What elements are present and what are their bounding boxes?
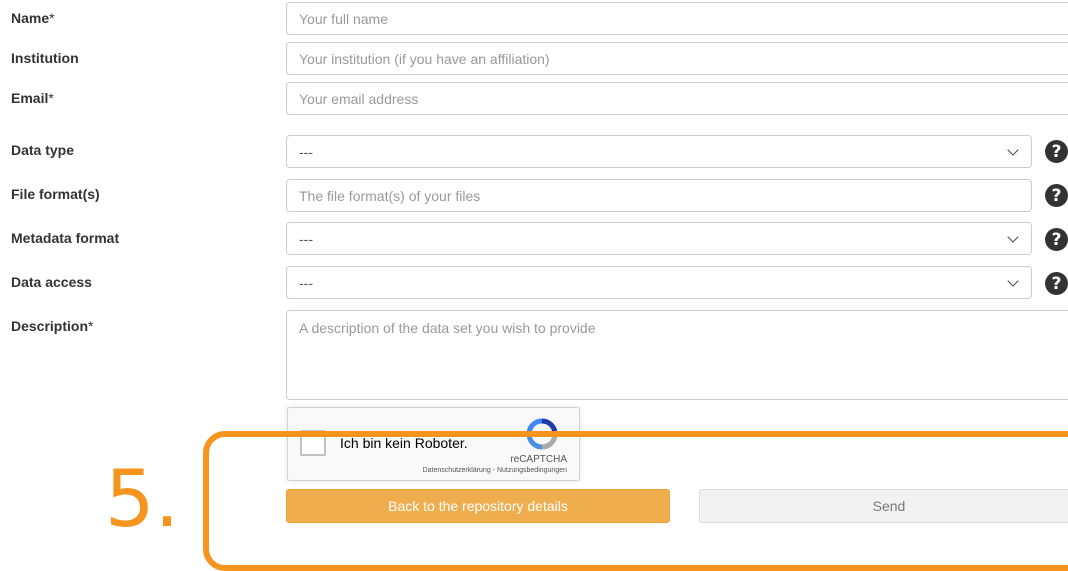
file-formats-input[interactable]: The file format(s) of your files — [286, 179, 1032, 212]
recaptcha-checkbox[interactable] — [300, 430, 326, 456]
annotation-step-number: 5. — [105, 455, 180, 545]
data-access-label: Data access — [11, 274, 92, 290]
chevron-down-icon — [1007, 274, 1019, 287]
institution-input[interactable]: Your institution (if you have an affilia… — [286, 42, 1068, 75]
data-access-select[interactable]: --- — [286, 266, 1032, 299]
recaptcha-widget: Ich bin kein Roboter. reCAPTCHA Datensch… — [287, 407, 580, 481]
recaptcha-brand: reCAPTCHA — [510, 454, 567, 465]
email-placeholder: Your email address — [299, 90, 419, 107]
metadata-format-label: Metadata format — [11, 230, 120, 246]
back-button[interactable]: Back to the repository details — [286, 489, 670, 523]
name-input[interactable]: Your full name — [286, 2, 1068, 35]
description-placeholder: A description of the data set you wish t… — [299, 320, 596, 336]
recaptcha-label: Ich bin kein Roboter. — [340, 435, 468, 451]
recaptcha-logo-icon — [526, 418, 558, 450]
institution-label: Institution — [11, 50, 79, 66]
send-button[interactable]: Send — [699, 489, 1068, 523]
name-label: Name* — [11, 10, 55, 26]
required-marker: * — [48, 90, 54, 106]
data-access-value: --- — [299, 274, 313, 291]
contact-form: Name* Your full name Institution Your in… — [0, 0, 1068, 571]
help-icon[interactable]: ? — [1045, 272, 1068, 295]
required-marker: * — [88, 318, 94, 334]
chevron-down-icon — [1007, 143, 1019, 156]
data-type-value: --- — [299, 143, 313, 160]
description-textarea[interactable]: A description of the data set you wish t… — [286, 310, 1068, 400]
file-formats-label: File format(s) — [11, 186, 100, 202]
data-type-select[interactable]: --- — [286, 135, 1032, 168]
institution-placeholder: Your institution (if you have an affilia… — [299, 50, 550, 67]
help-icon[interactable]: ? — [1045, 228, 1068, 251]
help-icon[interactable]: ? — [1045, 184, 1068, 207]
email-label: Email* — [11, 90, 54, 106]
file-formats-placeholder: The file format(s) of your files — [299, 187, 481, 204]
name-placeholder: Your full name — [299, 10, 388, 27]
description-label: Description* — [11, 318, 94, 334]
email-input[interactable]: Your email address — [286, 82, 1068, 115]
recaptcha-links[interactable]: Datenschutzerklärung - Nutzungsbedingung… — [423, 467, 567, 474]
metadata-format-value: --- — [299, 230, 313, 247]
chevron-down-icon — [1007, 230, 1019, 243]
help-icon[interactable]: ? — [1045, 140, 1068, 163]
required-marker: * — [49, 10, 55, 26]
data-type-label: Data type — [11, 142, 75, 158]
metadata-format-select[interactable]: --- — [286, 222, 1032, 255]
